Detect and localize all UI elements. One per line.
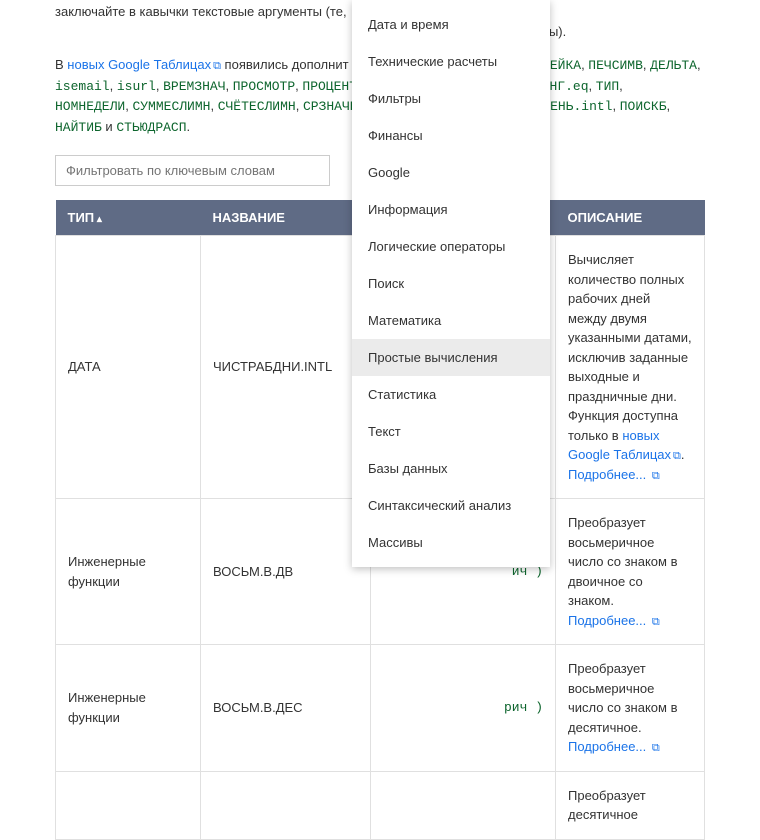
th-name[interactable]: НАЗВАНИЕ (201, 200, 371, 236)
external-link-icon: ⧉ (652, 614, 660, 631)
category-dropdown[interactable]: Дата и времяТехнические расчетыФильтрыФи… (352, 0, 550, 567)
cell-type: Инженерные функции (56, 645, 201, 772)
cell-type: Инженерные функции (56, 499, 201, 645)
cell-desc: Преобразует восьмеричное число со знаком… (556, 499, 705, 645)
cell-name: ВОСЬМ.В.ДВ (201, 499, 371, 645)
dropdown-item[interactable]: Синтаксический анализ (352, 487, 550, 524)
new-sheets-link[interactable]: новых Google Таблицах (67, 57, 211, 72)
dropdown-item[interactable]: Информация (352, 191, 550, 228)
table-row: Преобразует десятичное (56, 771, 705, 839)
dropdown-item[interactable]: Текст (352, 413, 550, 450)
more-link[interactable]: Подробнее... (568, 467, 646, 482)
external-link-icon: ⧉ (213, 58, 221, 75)
cell-type: ДАТА (56, 236, 201, 499)
dropdown-item[interactable]: Google (352, 154, 550, 191)
cell-name: ВОСЬМ.В.ДЕС (201, 645, 371, 772)
th-desc[interactable]: ОПИСАНИЕ (556, 200, 705, 236)
cell-syntax (371, 771, 556, 839)
dropdown-item[interactable]: Финансы (352, 117, 550, 154)
external-link-icon: ⧉ (652, 468, 660, 485)
dropdown-item[interactable]: Технические расчеты (352, 43, 550, 80)
cell-name: ЧИСТРАБДНИ.INTL (201, 236, 371, 499)
cell-name (201, 771, 371, 839)
dropdown-item[interactable]: Поиск (352, 265, 550, 302)
dropdown-item[interactable]: Базы данных (352, 450, 550, 487)
table-row: Инженерные функцииВОСЬМ.В.ДЕСрич )Преобр… (56, 645, 705, 772)
desc-link[interactable]: новых Google Таблицах (568, 428, 671, 463)
dropdown-item[interactable]: Математика (352, 302, 550, 339)
external-link-icon: ⧉ (652, 740, 660, 757)
cell-desc: Преобразует десятичное (556, 771, 705, 839)
dropdown-item[interactable]: Логические операторы (352, 228, 550, 265)
dropdown-item[interactable]: Массивы (352, 524, 550, 561)
th-type[interactable]: ТИП (56, 200, 201, 236)
external-link-icon: ⧉ (673, 448, 681, 465)
dropdown-item[interactable]: Простые вычисления (352, 339, 550, 376)
more-link[interactable]: Подробнее... (568, 739, 646, 754)
dropdown-item[interactable]: Дата и время (352, 6, 550, 43)
cell-desc: Преобразует восьмеричное число со знаком… (556, 645, 705, 772)
cell-type (56, 771, 201, 839)
dropdown-item[interactable]: Фильтры (352, 80, 550, 117)
filter-input[interactable] (55, 155, 330, 186)
more-link[interactable]: Подробнее... (568, 613, 646, 628)
dropdown-item[interactable]: Статистика (352, 376, 550, 413)
cell-syntax: рич ) (371, 645, 556, 772)
cell-desc: Вычисляет количество полных рабочих дней… (556, 236, 705, 499)
